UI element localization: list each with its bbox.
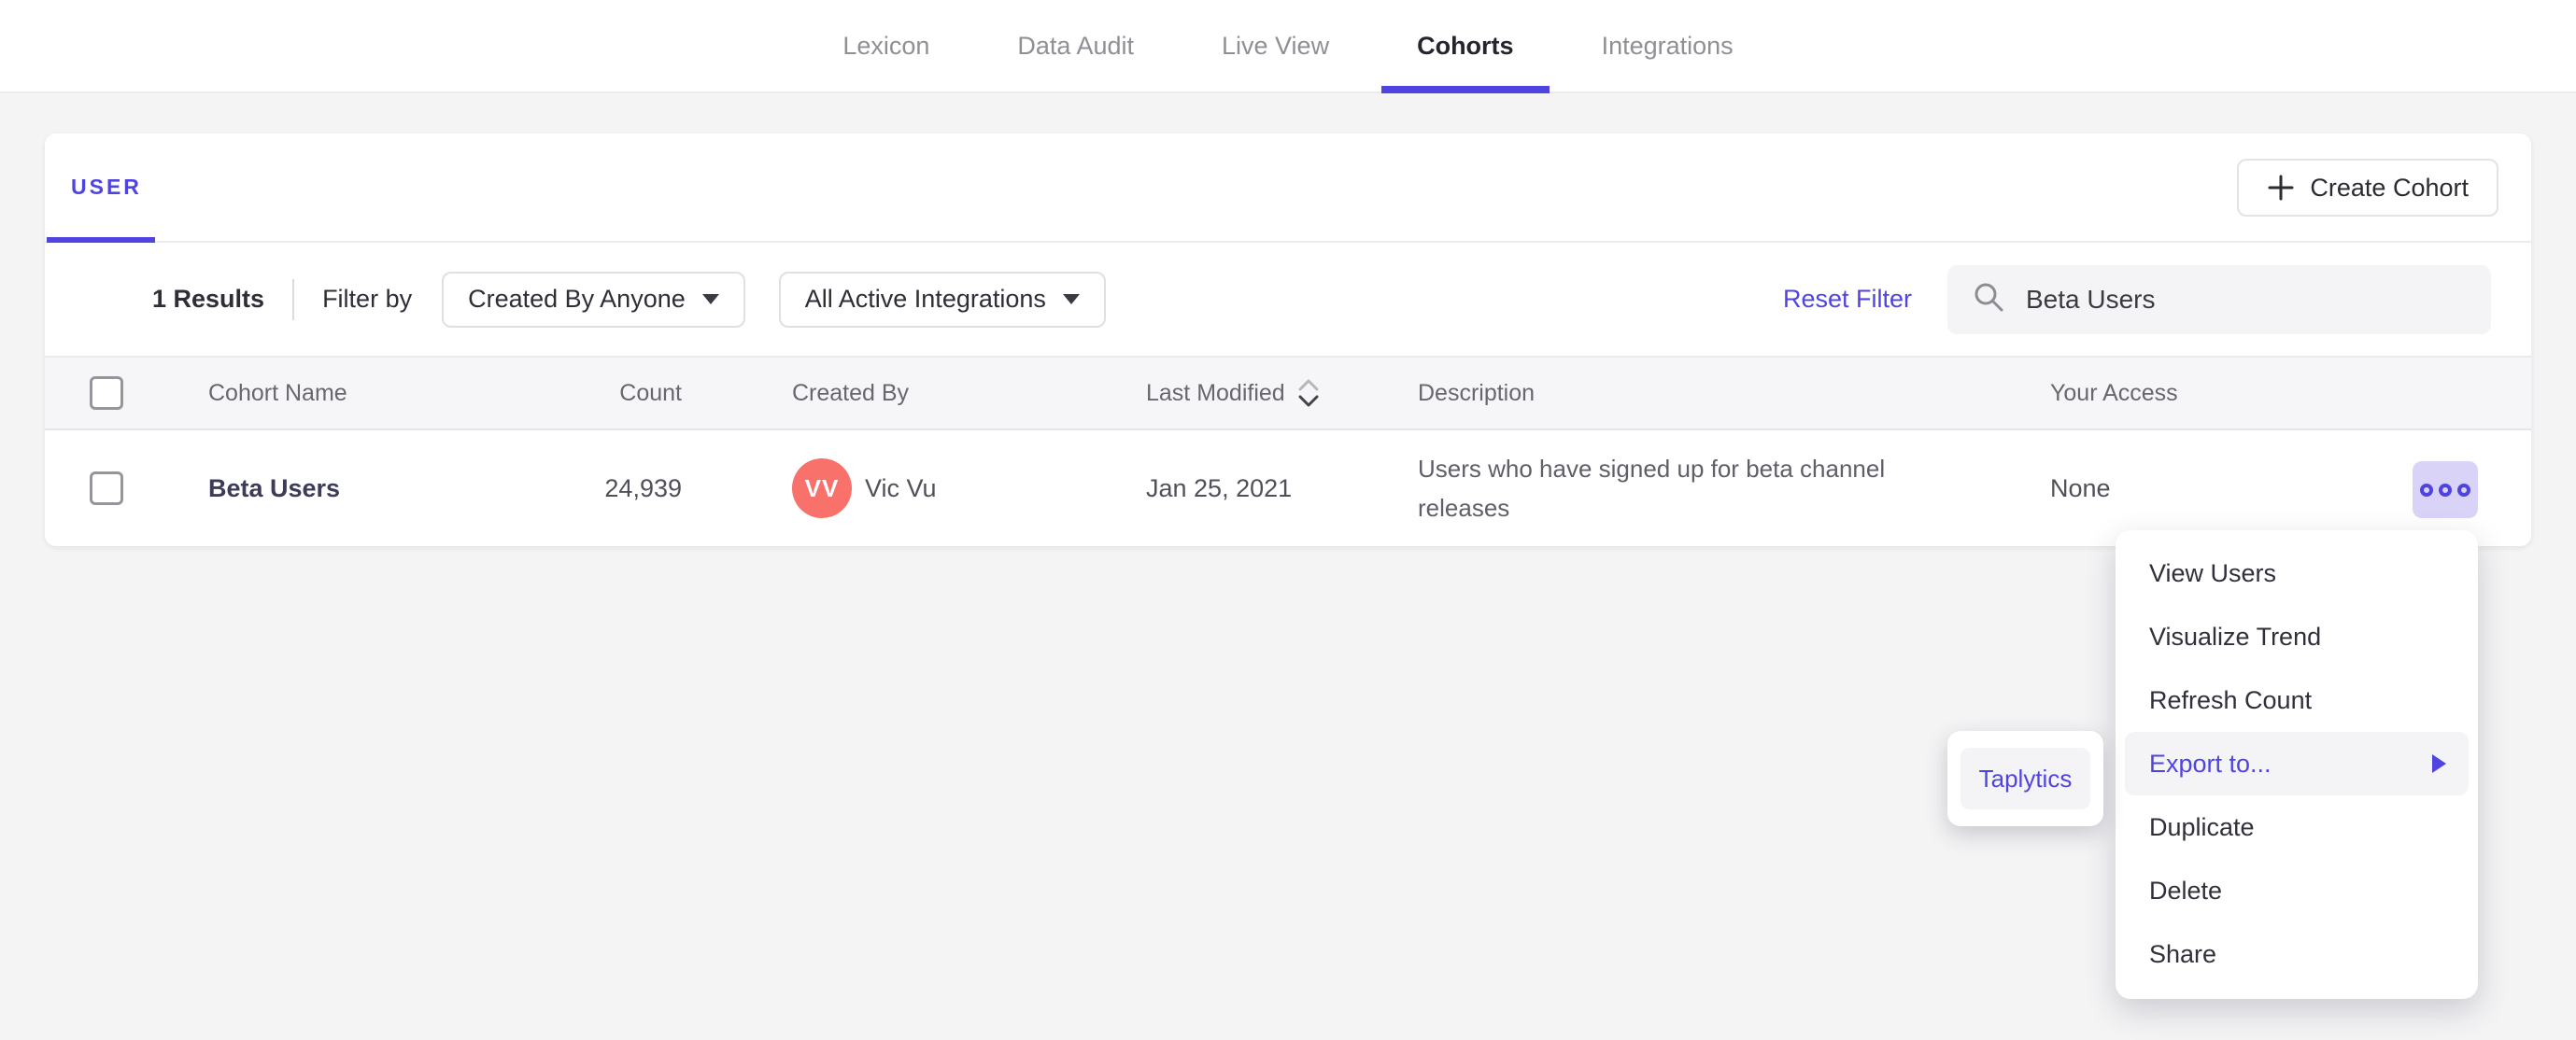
cohort-type-tabs: USER Create Cohort	[45, 134, 2531, 243]
header-description: Description	[1418, 379, 1536, 406]
menu-item-delete[interactable]: Delete	[2125, 859, 2469, 922]
dot-icon	[2420, 483, 2433, 497]
tab-lexicon[interactable]: Lexicon	[807, 0, 965, 91]
row-count-cell: 24,939	[493, 430, 682, 546]
row-checkbox[interactable]	[90, 471, 123, 505]
row-description-cell: Users who have signed up for beta channe…	[1418, 430, 1969, 546]
header-cohort-name: Cohort Name	[208, 379, 347, 406]
menu-item-share[interactable]: Share	[2125, 922, 2469, 986]
plus-icon	[2267, 174, 2295, 202]
filter-bar: 1 Results Filter by Created By Anyone Al…	[45, 243, 2531, 356]
table-row: Beta Users 24,939 VV Vic Vu Jan 25, 2021…	[45, 430, 2531, 546]
header-last-modified[interactable]: Last Modified	[1146, 358, 1321, 429]
cohort-count: 24,939	[604, 473, 682, 502]
dot-icon	[2457, 483, 2470, 497]
row-select-cell	[90, 430, 123, 546]
tab-label: Cohorts	[1417, 31, 1514, 60]
select-all-checkbox[interactable]	[90, 376, 123, 410]
menu-item-export-to[interactable]: Export to...	[2125, 732, 2469, 795]
cohorts-page: Lexicon Data Audit Live View Cohorts Int…	[0, 0, 2576, 1040]
avatar: VV	[792, 458, 852, 518]
tab-cohorts[interactable]: Cohorts	[1381, 0, 1550, 93]
filter-divider	[292, 278, 295, 320]
search-input[interactable]	[2024, 283, 2467, 316]
cohort-description: Users who have signed up for beta channe…	[1418, 455, 1886, 522]
cohort-name-link[interactable]: Beta Users	[208, 474, 340, 503]
header-your-access: Your Access	[2050, 379, 2178, 406]
select-all-cell	[90, 358, 123, 429]
tab-label: Live View	[1222, 31, 1330, 60]
header-count: Count	[619, 379, 682, 406]
create-cohort-label: Create Cohort	[2310, 173, 2469, 202]
search-icon	[1972, 280, 2005, 318]
caret-down-icon	[1062, 294, 1080, 304]
created-by-dropdown-value: Created By Anyone	[468, 285, 686, 313]
dot-icon	[2439, 483, 2452, 497]
tab-live-view[interactable]: Live View	[1186, 0, 1365, 91]
access-value: None	[2050, 473, 2111, 502]
tab-integrations[interactable]: Integrations	[1566, 0, 1769, 91]
integrations-dropdown-value: All Active Integrations	[804, 285, 1046, 313]
menu-item-refresh-count[interactable]: Refresh Count	[2125, 668, 2469, 732]
table-header: Cohort Name Count Created By Last Modifi…	[45, 356, 2531, 430]
cohorts-card: USER Create Cohort 1 Results Filter by C…	[45, 134, 2531, 546]
create-cohort-button[interactable]: Create Cohort	[2237, 159, 2498, 217]
tab-label: Integrations	[1601, 31, 1734, 60]
results-count: 1 Results	[152, 285, 265, 313]
filter-by-label: Filter by	[322, 285, 413, 313]
row-created-by-cell: VV Vic Vu	[792, 430, 937, 546]
menu-item-view-users[interactable]: View Users	[2125, 541, 2469, 605]
search-box[interactable]	[1947, 264, 2491, 334]
export-submenu: Taplytics	[1947, 731, 2103, 826]
more-options-button[interactable]	[2413, 461, 2478, 518]
submenu-arrow-icon	[2432, 754, 2446, 773]
caret-down-icon	[701, 294, 719, 304]
tab-label: Data Audit	[1017, 31, 1134, 60]
row-access-cell: None	[2050, 430, 2111, 546]
row-last-modified-cell: Jan 25, 2021	[1146, 430, 1292, 546]
row-cohort-name-cell: Beta Users	[208, 430, 340, 546]
tab-data-audit[interactable]: Data Audit	[982, 0, 1169, 91]
integrations-dropdown[interactable]: All Active Integrations	[778, 271, 1106, 328]
menu-item-duplicate[interactable]: Duplicate	[2125, 795, 2469, 859]
active-tab-underline	[1381, 86, 1550, 93]
menu-item-visualize-trend[interactable]: Visualize Trend	[2125, 605, 2469, 668]
row-context-menu: View Users Visualize Trend Refresh Count…	[2116, 530, 2478, 999]
last-modified-date: Jan 25, 2021	[1146, 473, 1293, 502]
header-created-by: Created By	[792, 379, 910, 406]
tab-user[interactable]: USER	[71, 134, 142, 241]
sort-icon[interactable]	[1296, 376, 1321, 410]
tab-label: Lexicon	[842, 31, 930, 60]
top-nav: Lexicon Data Audit Live View Cohorts Int…	[0, 0, 2576, 93]
submenu-item-taplytics[interactable]: Taplytics	[1960, 748, 2090, 809]
creator-name: Vic Vu	[865, 473, 937, 502]
reset-filter-link[interactable]: Reset Filter	[1783, 285, 1912, 314]
created-by-dropdown[interactable]: Created By Anyone	[442, 271, 745, 328]
tab-user-label: USER	[71, 175, 142, 199]
